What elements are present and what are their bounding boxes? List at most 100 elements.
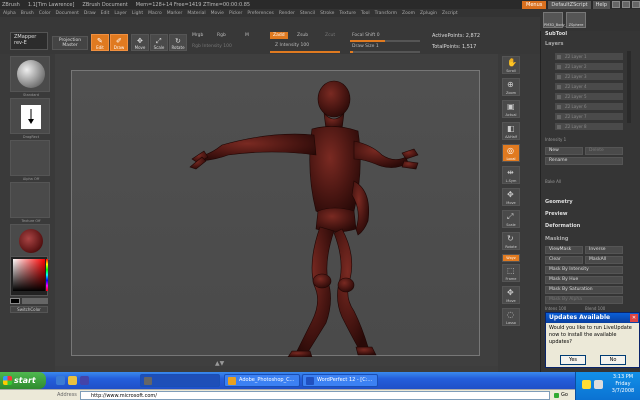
subtool-header[interactable]: SubTool xyxy=(545,31,567,37)
draw-size-slider[interactable]: Draw Size 1 xyxy=(352,44,379,49)
zmapper-button[interactable]: ZMapper rev-E xyxy=(10,32,48,50)
draw-size-track[interactable] xyxy=(350,51,420,53)
zsub-toggle[interactable]: Zsub xyxy=(297,33,308,38)
layer-intensity[interactable]: Intensity 1 xyxy=(545,137,566,142)
mask-by-intensity-button[interactable]: Mask By Intensity xyxy=(545,266,623,274)
menu-alpha[interactable]: Alpha xyxy=(3,11,16,16)
menu-texture[interactable]: Texture xyxy=(339,11,355,16)
tool-thumb-body[interactable]: PM3D_Body_Z2b xyxy=(543,12,573,28)
viewmask-button[interactable]: ViewMask xyxy=(545,246,583,254)
mask-blend-slider[interactable]: Blend 100 xyxy=(585,306,605,311)
z-intensity-track[interactable] xyxy=(270,51,340,53)
menu-macro[interactable]: Macro xyxy=(148,11,162,16)
dialog-close-icon[interactable]: ✕ xyxy=(630,314,638,322)
layer-row[interactable]: Z2 Layer 1 xyxy=(555,53,623,60)
clock[interactable]: 3:13 PM Friday 3/7/2008 xyxy=(608,374,638,395)
layer-row[interactable]: Z2 Layer 8 xyxy=(555,123,623,130)
strip-aahalf-button[interactable]: ◧ AAHalf xyxy=(502,122,520,140)
folder-quicklaunch-icon[interactable] xyxy=(68,376,77,385)
strip-zoom-button[interactable]: ⊕ Zoom xyxy=(502,78,520,96)
edit-button[interactable]: ✎ Edit xyxy=(91,34,109,51)
layer-row[interactable]: Z2 Layer 5 xyxy=(555,93,623,100)
no-button[interactable]: No xyxy=(600,355,626,365)
xyz-symmetry-toggle[interactable]: Wxyz xyxy=(502,254,520,262)
rename-layer-button[interactable]: Rename xyxy=(545,157,623,165)
strip-local-button[interactable]: ◎ Local xyxy=(502,144,520,162)
mask-by-hue-button[interactable]: Mask By Hue xyxy=(545,276,623,284)
secondary-color-swatch[interactable] xyxy=(22,298,48,304)
bake-all-button[interactable]: Bake All xyxy=(545,179,561,184)
close-button[interactable] xyxy=(632,1,640,8)
brush-selector[interactable]: Standard xyxy=(10,56,50,97)
scale-button[interactable]: ⤢ Scale xyxy=(150,34,168,51)
menu-movie[interactable]: Movie xyxy=(211,11,224,16)
menu-stroke[interactable]: Stroke xyxy=(320,11,334,16)
mask-all-button[interactable]: MaskAll xyxy=(585,256,623,264)
layer-row[interactable]: Z2 Layer 6 xyxy=(555,103,623,110)
menu-document[interactable]: Document xyxy=(56,11,79,16)
menu-zoom[interactable]: Zoom xyxy=(402,11,415,16)
yes-button[interactable]: Yes xyxy=(560,355,586,365)
menus-button[interactable]: Menus xyxy=(522,0,547,9)
texture-selector[interactable]: Texture Off xyxy=(10,182,50,223)
menu-material[interactable]: Material xyxy=(187,11,205,16)
menu-brush[interactable]: Brush xyxy=(21,11,34,16)
new-layer-button[interactable]: New xyxy=(545,147,583,155)
zscript-button[interactable]: DefaultZScript xyxy=(548,0,591,9)
layer-row[interactable]: Z2 Layer 3 xyxy=(555,73,623,80)
menu-edit[interactable]: Edit xyxy=(101,11,110,16)
menu-preferences[interactable]: Preferences xyxy=(247,11,273,16)
projection-master-button[interactable]: Projection Master xyxy=(52,36,88,50)
draw-button[interactable]: ✐ Draw xyxy=(110,34,128,51)
mask-by-alpha-button[interactable]: Mask By Alpha xyxy=(545,296,623,304)
address-input[interactable]: http://www.microsoft.com/ xyxy=(80,391,550,400)
preview-header[interactable]: Preview xyxy=(545,211,568,217)
rgb-intensity-slider[interactable]: Rgb Intensity 100 xyxy=(192,44,232,49)
menu-zscript[interactable]: Zscript xyxy=(442,11,458,16)
menu-tool[interactable]: Tool xyxy=(361,11,370,16)
task-photoshop[interactable]: Adobe_Photoshop_C... xyxy=(224,374,300,387)
move-button[interactable]: ✥ Move xyxy=(131,34,149,51)
layer-row[interactable]: Z2 Layer 4 xyxy=(555,83,623,90)
menu-draw[interactable]: Draw xyxy=(84,11,96,16)
minimize-button[interactable] xyxy=(612,1,620,8)
go-button[interactable]: Go xyxy=(553,391,573,400)
menu-transform[interactable]: Transform xyxy=(375,11,397,16)
start-button[interactable]: start xyxy=(0,372,46,389)
strip-lasso-button[interactable]: ◌ Lasso xyxy=(502,308,520,326)
menu-light[interactable]: Light xyxy=(132,11,143,16)
color-picker[interactable] xyxy=(10,256,48,296)
rotate-button[interactable]: ↻ Rotate xyxy=(169,34,187,51)
color-saturation-area[interactable] xyxy=(13,259,45,291)
canvas-scroll-arrow-icon[interactable]: ▲▼ xyxy=(215,360,224,367)
layers-header[interactable]: Layers xyxy=(545,41,564,47)
primary-color-swatch[interactable] xyxy=(10,298,20,304)
strip-actual-button[interactable]: ▣ Actual xyxy=(502,100,520,118)
strip-scroll-button[interactable]: ✋ Scroll xyxy=(502,56,520,74)
inverse-mask-button[interactable]: Inverse xyxy=(585,246,623,254)
material-selector[interactable]: MatCap Red Wax xyxy=(10,224,50,265)
tray-app-icon[interactable] xyxy=(582,380,591,389)
mrgb-toggle[interactable]: Mrgb xyxy=(192,33,203,38)
strip-move-button[interactable]: ✥ Move xyxy=(502,286,520,304)
color-hue-strip[interactable] xyxy=(46,259,48,291)
strip-move-button[interactable]: ✥ Move xyxy=(502,188,520,206)
m-toggle[interactable]: M xyxy=(245,33,249,38)
deformation-header[interactable]: Deformation xyxy=(545,223,580,229)
layer-row[interactable]: Z2 Layer 2 xyxy=(555,63,623,70)
delete-layer-button[interactable]: Delete xyxy=(585,147,623,155)
menu-picker[interactable]: Picker xyxy=(229,11,242,16)
strip-lsym-button[interactable]: ⇹ L.Sym xyxy=(502,166,520,184)
menu-zplugin[interactable]: Zplugin xyxy=(420,11,437,16)
mask-intensity-slider[interactable]: Intens 100 xyxy=(545,306,566,311)
rgb-toggle[interactable]: Rgb xyxy=(217,33,226,38)
clear-mask-button[interactable]: Clear xyxy=(545,256,583,264)
stroke-selector[interactable]: DragRect xyxy=(10,98,50,139)
menu-marker[interactable]: Marker xyxy=(167,11,183,16)
ie-quicklaunch-icon[interactable] xyxy=(56,376,65,385)
menu-render[interactable]: Render xyxy=(279,11,295,16)
strip-rotate-button[interactable]: ↻ Rotate xyxy=(502,232,520,250)
tool-thumb-zsphere[interactable]: ZSphere xyxy=(566,12,586,28)
strip-scale-button[interactable]: ⤢ Scale xyxy=(502,210,520,228)
desktop-quicklaunch-icon[interactable] xyxy=(80,376,89,385)
